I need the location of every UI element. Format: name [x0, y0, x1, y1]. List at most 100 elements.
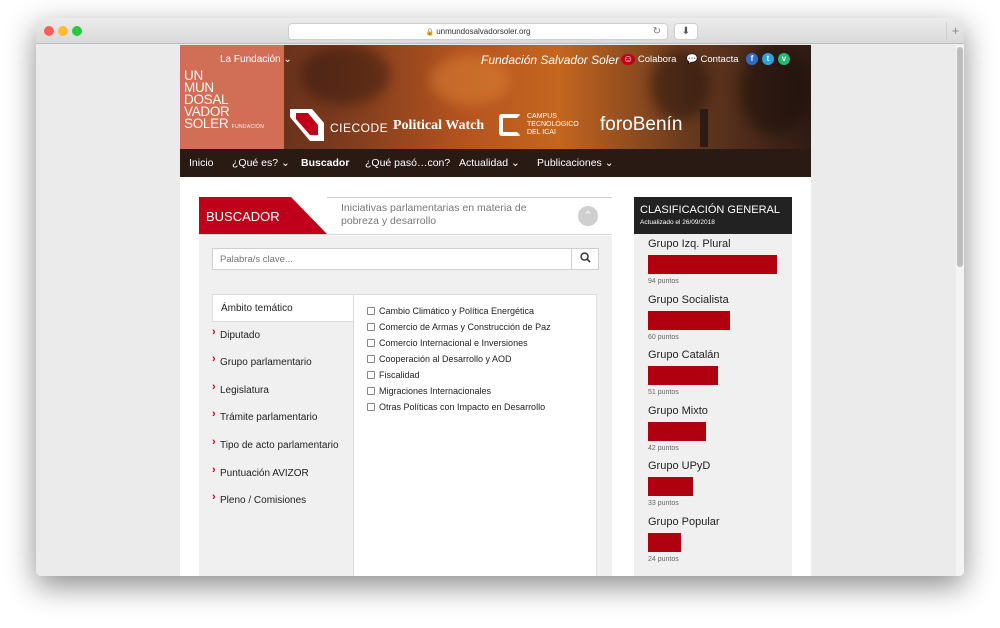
tab-puntuacion-avizor[interactable]: › Puntuación AVIZOR [212, 460, 353, 488]
chevron-right-icon: › [212, 463, 216, 476]
group-name[interactable]: Grupo Catalán [648, 349, 720, 361]
chevron-right-icon: › [212, 408, 216, 421]
scrollbar[interactable] [956, 45, 964, 576]
group-score-bar [648, 532, 681, 552]
zoom-window-button[interactable] [72, 26, 82, 36]
header-banner: UN MUN DOSAL VADOR SOLER FUNDACIÓN La Fu… [180, 45, 811, 149]
ciecode-logo-icon [290, 109, 324, 141]
icai-logo[interactable]: CAMPUS TECNOLÓGICO DEL ICAI [527, 113, 579, 137]
tab-label: Pleno / Comisiones [220, 495, 307, 507]
new-tab-button[interactable]: + [946, 22, 964, 40]
ranking-title: CLASIFICACIÓN GENERAL [640, 204, 780, 216]
option-otras-politicas[interactable]: Otras Políticas con Impacto en Desarroll… [367, 402, 545, 412]
group-name[interactable]: Grupo Popular [648, 516, 720, 528]
page-viewport: UN MUN DOSAL VADOR SOLER FUNDACIÓN La Fu… [36, 45, 964, 576]
ranking-list: Grupo Izq. Plural 94 puntos Grupo Socialis… [634, 234, 792, 576]
buscador-title: BUSCADOR [206, 209, 280, 224]
checkbox[interactable] [367, 339, 375, 347]
group-score-bar [648, 310, 730, 330]
search-icon [579, 252, 591, 263]
decorative-bar [700, 109, 708, 147]
checkbox[interactable] [367, 403, 375, 411]
option-label: Comercio de Armas y Construcción de Paz [379, 322, 551, 332]
download-button[interactable]: ⬇ [674, 23, 698, 40]
colabora-link[interactable]: ☺ Colabora [621, 54, 676, 65]
tab-label: Tipo de acto parlamentario [220, 439, 339, 451]
divider [327, 197, 612, 198]
group-name[interactable]: Grupo Izq. Plural [648, 238, 731, 250]
tab-tipo-de-acto[interactable]: › Tipo de acto parlamentario [212, 432, 353, 460]
checkbox[interactable] [367, 307, 375, 315]
twitter-icon[interactable]: t [762, 53, 774, 65]
tab-tramite-parlamentario[interactable]: › Trámite parlamentario [212, 404, 353, 432]
collapse-toggle[interactable]: ⌃ [578, 206, 598, 226]
scroll-thumb[interactable] [957, 47, 963, 267]
chevron-right-icon: › [212, 380, 216, 393]
title-bar: 🔒 unmundosalvadorsoler.org ↻ ⬇ + [36, 18, 964, 44]
option-label: Migraciones Internacionales [379, 386, 492, 396]
facebook-icon[interactable]: f [746, 53, 758, 65]
foundation-name[interactable]: Fundación Salvador Soler [481, 53, 619, 67]
tab-ambito-tematico[interactable]: Ámbito temático [212, 294, 353, 322]
lock-icon: 🔒 [425, 29, 435, 36]
nav-actualidad[interactable]: Actualidad ⌄ [459, 157, 520, 169]
tab-grupo-parlamentario[interactable]: › Grupo parlamentario [212, 349, 353, 377]
search-panel: Ámbito temático › Diputado › Grupo parlame… [199, 236, 612, 576]
nav-que-paso[interactable]: ¿Qué pasó…con? [365, 157, 450, 169]
logo-sub: FUNDACIÓN [231, 124, 265, 130]
tab-legislatura[interactable]: › Legislatura [212, 377, 353, 405]
partners-strip: CIECODE Political Watch CAMPUS TECNOLÓGI… [288, 109, 808, 147]
checkbox[interactable] [367, 323, 375, 331]
option-migraciones[interactable]: Migraciones Internacionales [367, 386, 491, 396]
icai-line: CAMPUS [527, 113, 557, 120]
option-label: Otras Políticas con Impacto en Desarroll… [379, 402, 546, 412]
option-label: Comercio Internacional e Inversiones [379, 338, 528, 348]
nav-inicio[interactable]: Inicio [189, 157, 214, 169]
ranking-updated: Actualizado el 26/09/2018 [640, 219, 715, 226]
group-points: 60 puntos [648, 333, 679, 341]
ciecode-logo[interactable]: CIECODE [330, 121, 388, 135]
logo-line: SOLER [184, 116, 229, 131]
download-icon: ⬇ [681, 26, 691, 37]
contacta-link[interactable]: 💬 Contacta [686, 54, 739, 65]
tab-label: Trámite parlamentario [220, 412, 318, 424]
chevron-right-icon: › [212, 435, 216, 448]
nav-que-es[interactable]: ¿Qué es? ⌄ [232, 157, 290, 169]
search-button[interactable] [572, 248, 599, 270]
option-cooperacion[interactable]: Cooperación al Desarrollo y AOD [367, 354, 512, 364]
option-fiscalidad[interactable]: Fiscalidad [367, 370, 420, 380]
political-watch-logo[interactable]: Political Watch [393, 118, 484, 134]
checkbox[interactable] [367, 355, 375, 363]
tab-pleno-comisiones[interactable]: › Pleno / Comisiones [212, 487, 353, 515]
tab-diputado[interactable]: › Diputado [212, 322, 353, 350]
minimize-window-button[interactable] [58, 26, 68, 36]
forobenin-logo[interactable]: foroBenín [600, 114, 682, 136]
tab-label: Legislatura [220, 384, 269, 396]
chevron-right-icon: › [212, 325, 216, 338]
option-cambio-climatico[interactable]: Cambio Climático y Política Energética [367, 306, 534, 316]
close-window-button[interactable] [44, 26, 54, 36]
fundacion-menu[interactable]: La Fundación ⌄ [220, 54, 292, 65]
vine-icon[interactable]: v [778, 53, 790, 65]
group-points: 51 puntos [648, 389, 679, 396]
nav-publicaciones[interactable]: Publicaciones ⌄ [537, 157, 614, 169]
keyword-search-input[interactable] [212, 248, 572, 270]
option-comercio-internacional[interactable]: Comercio Internacional e Inversiones [367, 338, 528, 348]
group-points: 42 puntos [648, 444, 679, 452]
group-name[interactable]: Grupo UPyD [648, 460, 710, 472]
logo-text: UN MUN DOSAL VADOR SOLER FUNDACIÓN [184, 69, 265, 133]
group-name[interactable]: Grupo Mixto [648, 405, 708, 417]
nav-buscador[interactable]: Buscador [301, 157, 349, 169]
group-name[interactable]: Grupo Socialista [648, 294, 729, 306]
checkbox[interactable] [367, 371, 375, 379]
main-nav: Inicio ¿Qué es? ⌄ Buscador ¿Qué pasó…con… [180, 149, 811, 177]
address-bar[interactable]: 🔒 unmundosalvadorsoler.org ↻ [288, 23, 668, 40]
icai-line: DEL ICAI [527, 129, 556, 136]
reload-icon[interactable]: ↻ [653, 24, 661, 40]
checkbox[interactable] [367, 387, 375, 395]
group-score-bar [648, 366, 718, 385]
website: UN MUN DOSAL VADOR SOLER FUNDACIÓN La Fu… [180, 45, 811, 576]
chevron-right-icon: › [212, 353, 216, 366]
option-comercio-armas[interactable]: Comercio de Armas y Construcción de Paz [367, 322, 551, 332]
tab-label: Puntuación AVIZOR [220, 467, 309, 479]
